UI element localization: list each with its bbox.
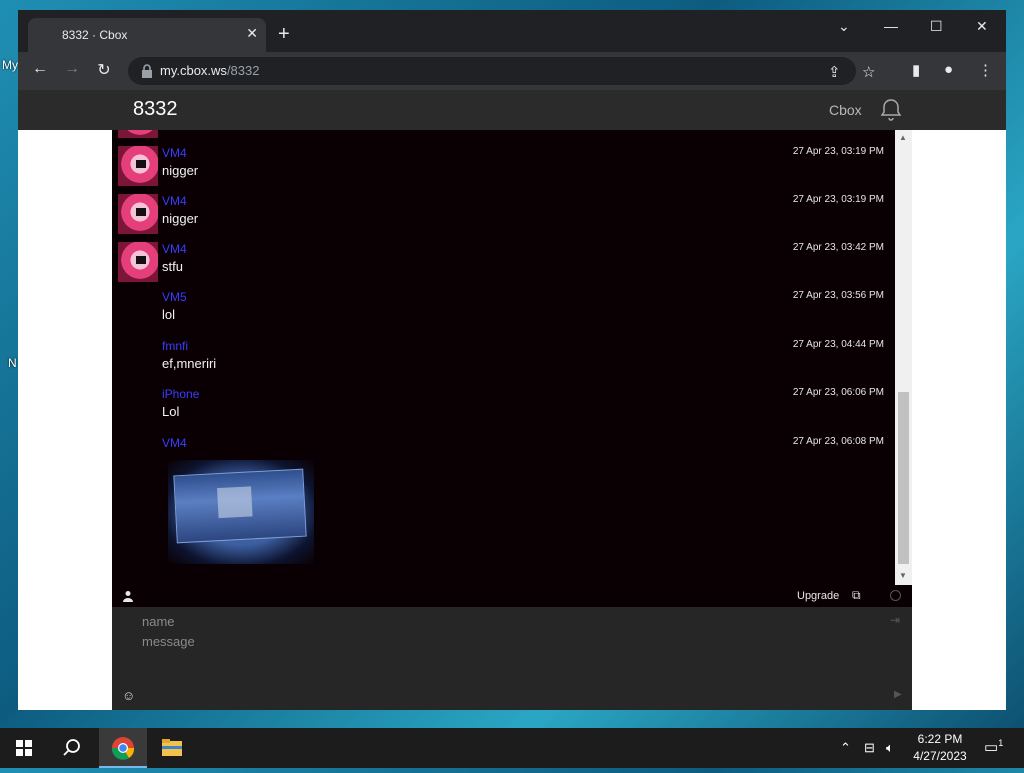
- message-username[interactable]: VM4: [162, 436, 187, 450]
- side-panel-icon[interactable]: ▮: [912, 61, 920, 79]
- start-button[interactable]: [0, 728, 48, 768]
- maximize-icon[interactable]: ☐: [930, 18, 943, 35]
- file-explorer-button[interactable]: [148, 728, 196, 768]
- menu-kebab-icon[interactable]: ⋮: [978, 61, 993, 79]
- message-username[interactable]: iPhone: [162, 387, 199, 401]
- cbox-brand-link[interactable]: Cbox: [829, 102, 862, 118]
- message-username[interactable]: VM4: [162, 242, 187, 256]
- chrome-taskbar-button[interactable]: [99, 728, 147, 768]
- scrollbar-thumb[interactable]: [898, 392, 909, 564]
- cbox-header: 8332 Cbox: [18, 90, 1006, 130]
- scroll-down-icon[interactable]: ▼: [899, 571, 907, 580]
- avatar: [118, 242, 158, 282]
- close-window-icon[interactable]: ✕: [976, 18, 988, 35]
- status-indicator-icon: [890, 590, 901, 601]
- message-field[interactable]: [140, 632, 884, 676]
- message-time: 27 Apr 23, 03:19 PM: [792, 146, 884, 157]
- message-text: ef,mneriri: [162, 356, 217, 371]
- list-item: iPhone Lol 27 Apr 23, 06:06 PM: [112, 387, 895, 435]
- chevron-up-icon[interactable]: ⌃: [840, 740, 851, 756]
- avatar: [118, 194, 158, 234]
- bell-icon[interactable]: [879, 98, 903, 122]
- message-text: nigger: [162, 211, 199, 226]
- url-text: my.cbox.ws/8332: [160, 63, 260, 78]
- upgrade-link[interactable]: Upgrade: [797, 590, 839, 602]
- message-list: VM4 nigger 27 Apr 23, 03:19 PM VM4 nigge…: [112, 130, 895, 585]
- browser-toolbar: ← → ↻ my.cbox.ws/8332 ⇪ ☆ ▮ ● ⋮: [18, 52, 1006, 90]
- message-text: Lol: [162, 404, 180, 419]
- reload-icon[interactable]: ↻: [92, 60, 116, 82]
- new-tab-button[interactable]: +: [278, 24, 290, 44]
- back-arrow-icon[interactable]: ←: [28, 60, 52, 82]
- tab-title: 8332 · Cbox: [62, 28, 128, 42]
- windows-logo-icon: [16, 740, 32, 756]
- message-text: nigger: [162, 163, 199, 178]
- search-button[interactable]: [48, 728, 96, 768]
- profile-icon[interactable]: ●: [944, 61, 953, 78]
- name-field[interactable]: [140, 610, 874, 632]
- clock-time: 6:22 PM: [917, 732, 963, 746]
- notification-icon[interactable]: ▭1: [984, 738, 1003, 756]
- taskbar-clock[interactable]: 6:22 PM 4/27/2023: [908, 731, 972, 765]
- login-icon[interactable]: ⇥: [890, 613, 900, 627]
- message-username[interactable]: VM4: [162, 194, 187, 208]
- user-icon[interactable]: [122, 590, 134, 602]
- search-icon: [63, 739, 80, 756]
- list-item: VM4 stfu 27 Apr 23, 03:42 PM: [112, 242, 895, 290]
- list-item: fmnfi ef,mneriri 27 Apr 23, 04:44 PM: [112, 339, 895, 387]
- message-username[interactable]: VM5: [162, 290, 187, 304]
- chat-footer: Upgrade ⧉: [112, 585, 912, 607]
- avatar: [118, 146, 158, 186]
- list-item: VM5 lol 27 Apr 23, 03:56 PM: [112, 290, 895, 338]
- bookmark-star-icon[interactable]: ☆: [862, 63, 875, 81]
- image-content: [173, 468, 307, 544]
- forward-arrow-icon[interactable]: →: [60, 60, 84, 82]
- desktop-label: My: [2, 58, 18, 72]
- list-item: VM4 nigger 27 Apr 23, 03:19 PM: [112, 194, 895, 242]
- message-time: 27 Apr 23, 04:44 PM: [792, 339, 884, 350]
- browser-tab[interactable]: 8332 · Cbox ✕: [28, 18, 266, 52]
- message-text: stfu: [162, 259, 183, 274]
- volume-icon[interactable]: 🔈︎: [886, 740, 894, 756]
- list-item: VM4 nigger 27 Apr 23, 03:19 PM: [112, 146, 895, 194]
- message-time: 27 Apr 23, 03:19 PM: [792, 194, 884, 205]
- page-content: 8332 Cbox VM4 nigger 27 Apr 23, 03:19 PM…: [18, 90, 1006, 710]
- network-icon[interactable]: ⊟: [864, 740, 875, 756]
- address-bar[interactable]: my.cbox.ws/8332 ⇪ ☆: [128, 57, 875, 85]
- page-title: 8332: [133, 98, 178, 120]
- desktop-label: N: [8, 356, 17, 370]
- message-time: 27 Apr 23, 03:42 PM: [792, 242, 884, 253]
- smiley-icon[interactable]: ☺: [122, 688, 135, 703]
- message-time: 27 Apr 23, 03:56 PM: [792, 290, 884, 301]
- message-time: 27 Apr 23, 06:06 PM: [792, 387, 884, 398]
- post-form: ⇥ ☺ ▶: [112, 607, 912, 710]
- notification-count: 1: [998, 738, 1004, 748]
- scroll-up-icon[interactable]: ▲: [899, 133, 907, 142]
- message-text: lol: [162, 307, 176, 322]
- chat-box: VM4 nigger 27 Apr 23, 03:19 PM VM4 nigge…: [112, 130, 912, 710]
- tab-strip: 8332 · Cbox ✕ + ⌄ — ☐ ✕: [18, 10, 1006, 52]
- scrollbar[interactable]: ▲ ▼: [895, 130, 912, 585]
- folder-icon: [162, 739, 182, 756]
- tab-search-icon[interactable]: ⌄: [838, 18, 850, 35]
- tab-close-icon[interactable]: ✕: [246, 25, 258, 42]
- clock-date: 4/27/2023: [913, 749, 967, 763]
- send-arrow-icon[interactable]: ▶: [894, 689, 902, 700]
- chrome-icon: [111, 737, 135, 760]
- message-image[interactable]: [168, 460, 314, 564]
- message-time: 27 Apr 23, 06:08 PM: [792, 436, 884, 447]
- browser-window: 8332 · Cbox ✕ + ⌄ — ☐ ✕ ← → ↻ my.cbox.ws…: [18, 10, 1006, 710]
- message-username[interactable]: fmnfi: [162, 339, 188, 353]
- avatar: [118, 130, 158, 138]
- lock-icon: [142, 64, 152, 78]
- taskbar: ⌃ ⊟ 🔈︎ 6:22 PM 4/27/2023 ▭1: [0, 728, 1024, 768]
- share-icon[interactable]: ⇪: [828, 63, 841, 81]
- minimize-icon[interactable]: —: [884, 18, 898, 34]
- message-username[interactable]: VM4: [162, 146, 187, 160]
- external-link-icon[interactable]: ⧉: [852, 588, 861, 603]
